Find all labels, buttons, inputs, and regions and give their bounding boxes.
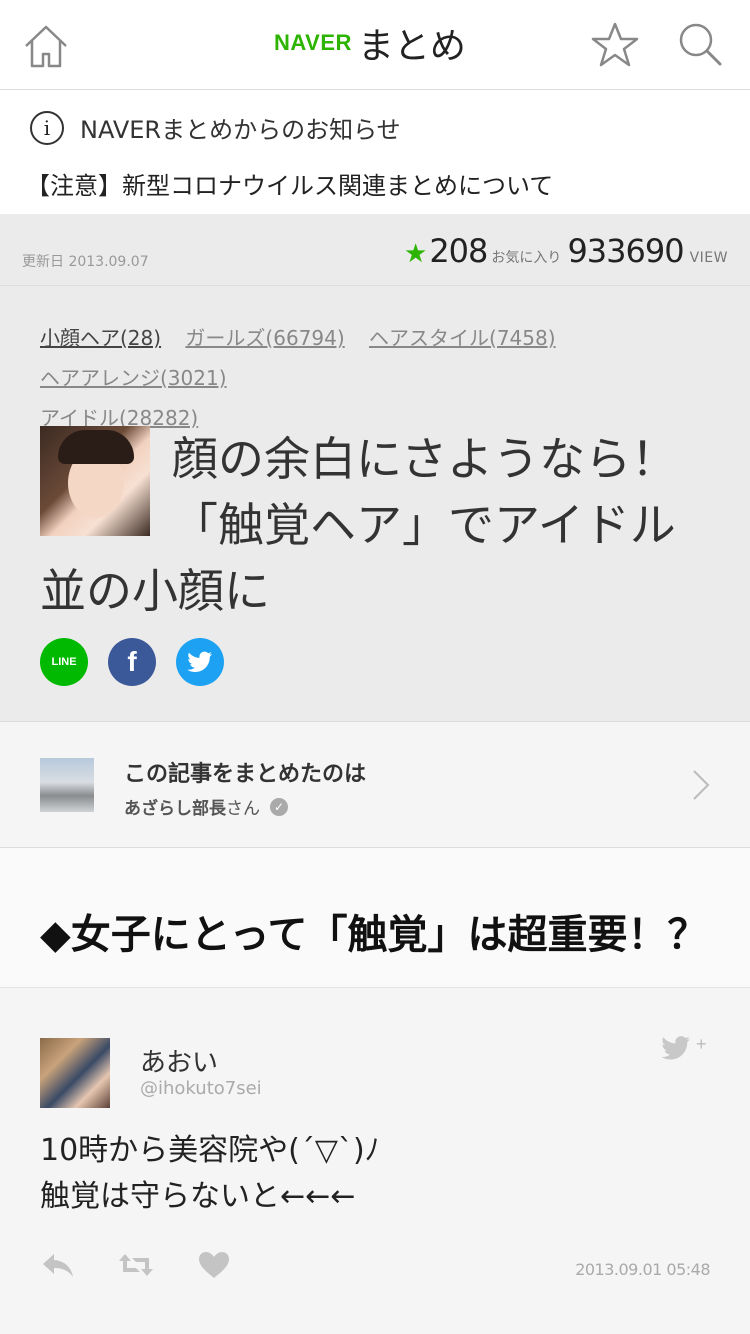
meta-bar: 更新日 2013.09.07 ★ 208 お気に入り 933690 VIEW [0,214,750,286]
like-heart-icon[interactable] [196,1250,232,1280]
tweet-timestamp[interactable]: 2013.09.01 05:48 [575,1260,710,1279]
updated-date: 更新日 2013.09.07 [22,254,149,270]
notice-title: NAVERまとめからのお知らせ [80,116,401,144]
logo-naver: NAVER [274,30,352,55]
line-icon: LINE [51,656,77,668]
tag-list: 小顔ヘア(28) ガールズ(66794) ヘアスタイル(7458) ヘアアレンジ… [40,318,720,438]
notice-panel: i NAVERまとめからのお知らせ 【注意】新型コロナウイルス関連まとめについて [0,90,750,214]
tweet-actions [40,1250,274,1280]
star-icon[interactable] [590,20,640,70]
app-header: NAVER まとめ [0,0,750,90]
chevron-right-icon[interactable] [690,768,712,802]
twitter-share-button[interactable] [176,638,224,686]
logo-matome: まとめ [357,26,466,67]
author-name: あざらし部長 [124,799,226,819]
view-label: VIEW [689,250,728,266]
favorite-star-icon: ★ [404,239,428,269]
facebook-share-button[interactable]: f [108,638,156,686]
view-count: 933690 VIEW [567,232,728,270]
line-share-button[interactable]: LINE [40,638,88,686]
svg-text:+: + [696,1034,707,1054]
tweet-author-name[interactable]: あおい [140,1042,218,1079]
author-label: この記事をまとめたのは [124,762,367,787]
author-avatar [40,758,94,812]
view-number: 933690 [567,232,684,270]
favorite-count[interactable]: ★ 208 お気に入り [404,232,561,270]
share-buttons: LINE f [40,638,244,686]
title-area: 顔の余白にさようなら！「触覚ヘア」でアイドル並の小顔に [40,426,720,624]
author-name-row: あざらし部長 さん ✓ [124,794,288,819]
home-icon[interactable] [22,22,70,70]
info-icon: i [30,110,64,145]
notice-header: i NAVERまとめからのお知らせ [30,110,401,145]
tag-link[interactable]: ガールズ(66794) [185,326,344,350]
facebook-icon: f [127,646,137,677]
logo[interactable]: NAVER まとめ [274,18,466,68]
article-thumbnail [40,426,150,536]
author-suffix: さん [226,799,260,819]
tag-link[interactable]: ヘアスタイル(7458) [369,326,556,350]
notice-link[interactable]: 【注意】新型コロナウイルス関連まとめについて [26,166,553,201]
section-heading-block: ◆女子にとって「触覚」は超重要！？ [0,848,750,988]
twitter-follow-icon[interactable]: + [660,1034,710,1064]
author-card[interactable]: この記事をまとめたのは あざらし部長 さん ✓ [0,722,750,848]
twitter-bird-icon [187,651,212,672]
embedded-tweet: あおい @ihokuto7sei + 10時から美容院や(´▽`)ﾉ 触覚は守ら… [0,988,750,1334]
tweet-author-handle[interactable]: @ihokuto7sei [140,1078,262,1099]
favorite-label: お気に入り [491,250,562,266]
verified-check-icon: ✓ [270,797,288,816]
tweet-text: 10時から美容院や(´▽`)ﾉ 触覚は守らないと←←← [40,1133,380,1214]
section-heading: ◆女子にとって「触覚」は超重要！？ [40,912,708,958]
retweet-icon[interactable] [118,1250,154,1280]
tag-link[interactable]: ヘアアレンジ(3021) [40,366,227,390]
tweet-avatar[interactable] [40,1038,110,1108]
tag-link[interactable]: 小顔ヘア(28) [40,326,161,350]
article-header: 小顔ヘア(28) ガールズ(66794) ヘアスタイル(7458) ヘアアレンジ… [0,286,750,722]
search-icon[interactable] [676,20,726,70]
favorite-number: 208 [429,232,488,270]
reply-icon[interactable] [40,1250,76,1280]
